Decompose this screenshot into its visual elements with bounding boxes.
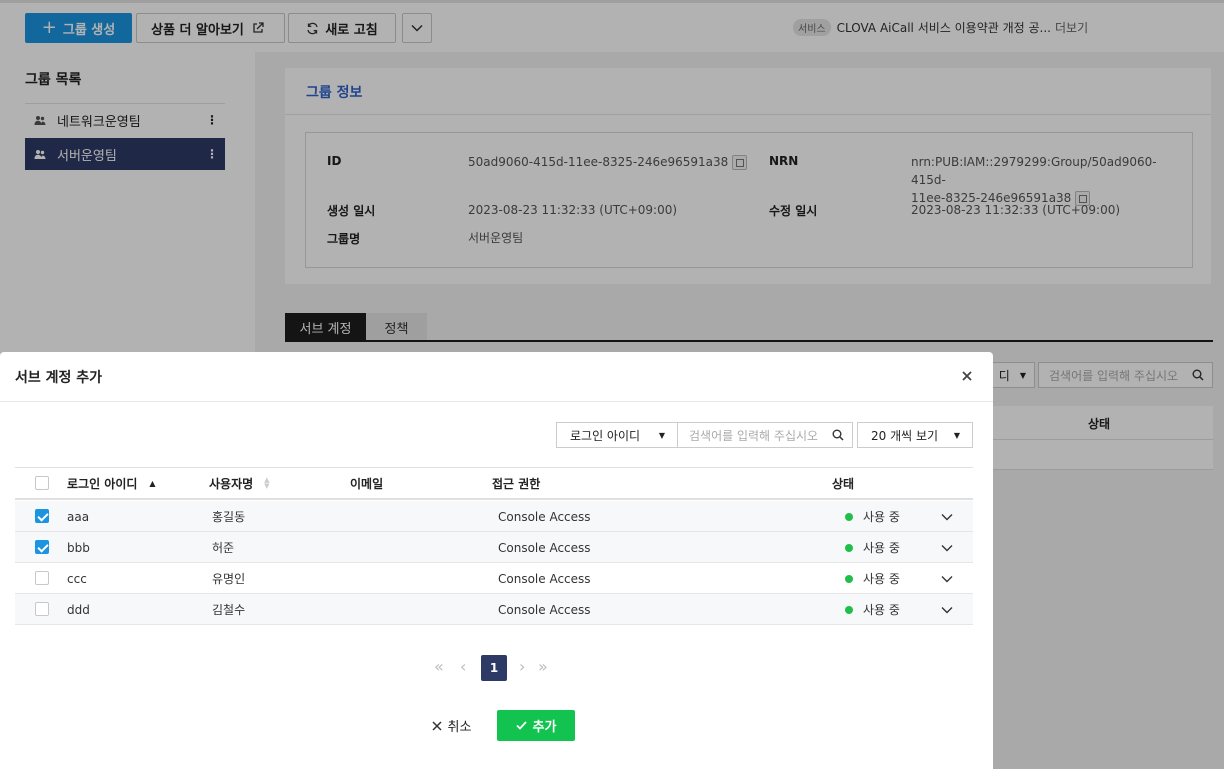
sort-icon: ▲ ▼ [264, 476, 270, 490]
add-button[interactable]: 추가 [497, 710, 575, 741]
cell-access: Console Access [498, 571, 591, 586]
modal-title: 서브 계정 추가 [15, 370, 103, 386]
cell-user-name: 김철수 [212, 603, 246, 617]
filter-select-label: 로그인 아이디 [570, 428, 641, 443]
cell-status: 사용 중 [845, 594, 900, 625]
cell-access: Console Access [498, 602, 591, 617]
header-status: 상태 [832, 476, 855, 491]
cell-access: Console Access [498, 509, 591, 524]
sort-asc-icon: ▲ [149, 478, 156, 488]
cell-login-id: ddd [67, 602, 90, 617]
close-icon [432, 720, 442, 731]
cancel-label: 취소 [447, 720, 472, 735]
table-row[interactable]: bbb 허준 Console Access 사용 중 [15, 532, 973, 563]
header-user-name-label: 사용자명 [209, 476, 254, 491]
row-checkbox[interactable] [35, 602, 49, 616]
header-login-id-label: 로그인 아이디 [67, 476, 138, 491]
header-access: 접근 권한 [492, 476, 541, 491]
cell-login-id: aaa [67, 509, 90, 524]
cell-login-id: bbb [67, 540, 90, 555]
pagination: « ‹ 1 › » [430, 655, 560, 681]
chevron-down-icon[interactable] [941, 575, 953, 583]
status-label: 사용 중 [863, 603, 900, 617]
search-icon[interactable] [832, 429, 844, 441]
status-dot [845, 605, 853, 614]
first-page-icon[interactable]: « [434, 657, 444, 676]
chevron-down-icon[interactable] [941, 606, 953, 614]
filter-select[interactable]: 로그인 아이디 ▼ [556, 422, 678, 448]
page-size-label: 20 개씩 보기 [871, 428, 939, 443]
table-row[interactable]: ddd 김철수 Console Access 사용 중 [15, 594, 973, 625]
modal-header-divider [0, 401, 993, 402]
cell-user-name: 허준 [212, 541, 235, 555]
status-label: 사용 중 [863, 572, 900, 586]
cell-status: 사용 중 [845, 501, 900, 532]
add-subaccount-modal: 서브 계정 추가 로그인 아이디 ▼ 검색어를 입력해 주십시오 20 개씩 보… [0, 352, 993, 769]
chevron-down-icon[interactable] [941, 513, 953, 521]
table-row[interactable]: ccc 유명인 Console Access 사용 중 [15, 563, 973, 594]
next-page-icon[interactable]: › [519, 657, 525, 676]
check-icon [515, 721, 527, 730]
cancel-button[interactable]: 취소 [412, 710, 491, 741]
cell-login-id: ccc [67, 571, 87, 586]
caret-down-icon: ▼ [658, 430, 665, 440]
header-email: 이메일 [350, 476, 384, 491]
caret-down-icon: ▼ [953, 430, 960, 440]
status-dot [845, 543, 853, 552]
add-label: 추가 [532, 720, 557, 735]
page-size-select[interactable]: 20 개씩 보기 ▼ [857, 422, 973, 448]
search-input[interactable]: 검색어를 입력해 주십시오 [677, 422, 853, 448]
search-placeholder: 검색어를 입력해 주십시오 [689, 428, 819, 443]
row-checkbox[interactable] [35, 540, 49, 554]
page-number-current[interactable]: 1 [481, 655, 507, 681]
prev-page-icon[interactable]: ‹ [460, 657, 466, 676]
cell-user-name: 홍길동 [212, 510, 246, 524]
status-dot [845, 574, 853, 583]
cell-status: 사용 중 [845, 563, 900, 594]
cell-access: Console Access [498, 540, 591, 555]
select-all-checkbox[interactable] [35, 476, 49, 490]
row-checkbox[interactable] [35, 509, 49, 523]
row-checkbox[interactable] [35, 571, 49, 585]
table-row[interactable]: aaa 홍길동 Console Access 사용 중 [15, 501, 973, 532]
status-label: 사용 중 [863, 541, 900, 555]
cell-status: 사용 중 [845, 532, 900, 563]
cell-user-name: 유명인 [212, 572, 246, 586]
last-page-icon[interactable]: » [538, 657, 548, 676]
status-label: 사용 중 [863, 510, 900, 524]
chevron-down-icon[interactable] [941, 544, 953, 552]
header-user-name[interactable]: 사용자명 ▲ ▼ [209, 467, 270, 499]
status-dot [845, 512, 853, 521]
close-icon[interactable] [962, 371, 972, 381]
header-login-id[interactable]: 로그인 아이디 ▲ [67, 467, 156, 499]
